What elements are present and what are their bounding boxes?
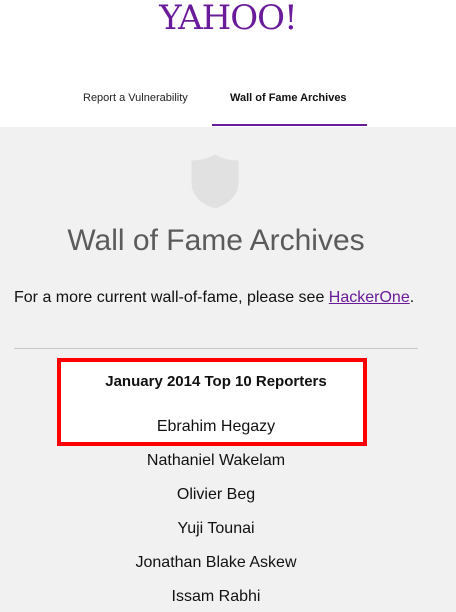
- tab-report-a-vulnerability[interactable]: Report a Vulnerability: [83, 92, 188, 104]
- page-title: Wall of Fame Archives: [67, 224, 365, 257]
- reporter-name: Issam Rabhi: [171, 588, 261, 605]
- reporter-name: Nathaniel Wakelam: [146, 452, 286, 469]
- shield-icon: [191, 154, 239, 209]
- nav-tabs: Report a Vulnerability Wall of Fame Arch…: [0, 0, 456, 127]
- page-header: YAHOO! Report a Vulnerability Wall of Fa…: [0, 0, 456, 127]
- intro-end: .: [409, 289, 415, 306]
- reporter-name: Yuji Tounai: [177, 520, 255, 537]
- hackerone-link[interactable]: HackerOne: [329, 289, 410, 306]
- divider: [14, 348, 418, 349]
- active-tab-indicator: [212, 124, 367, 126]
- reporter-name: Olivier Beg: [176, 486, 256, 503]
- reporter-name: Ebrahim Hegazy: [156, 418, 276, 435]
- reporter-name: Jonathan Blake Askew: [135, 554, 297, 571]
- intro-paragraph: For a more current wall-of-fame, please …: [14, 289, 414, 307]
- intro-text: For a more current wall-of-fame, please …: [14, 289, 329, 306]
- tab-wall-of-fame-archives[interactable]: Wall of Fame Archives: [230, 92, 347, 104]
- section-title: January 2014 Top 10 Reporters: [105, 373, 327, 390]
